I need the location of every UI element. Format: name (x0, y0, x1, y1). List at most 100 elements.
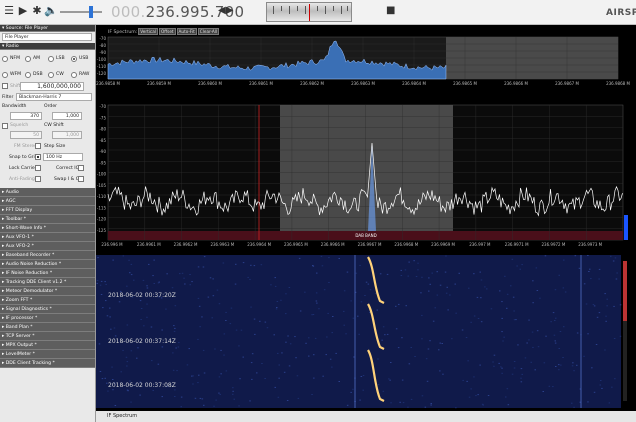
plugin-header-19[interactable]: ▸ DDE Client Tracking * (0, 359, 95, 368)
waterfall-noise (214, 348, 216, 350)
anti-fading-checkbox[interactable] (35, 176, 41, 182)
plugin-header-1[interactable]: ▸ AGC (0, 197, 95, 206)
spectrum-canvas[interactable]: -70 -80 -90 -100 -110 -120 236.9858 M 236.9859 … (96, 25, 636, 411)
mode-radio-nfm[interactable] (2, 56, 8, 62)
plugin-header-9[interactable]: ▸ IF Noise Reduction * (0, 269, 95, 278)
shift-frequency-input[interactable]: 1,600,000,000 (20, 82, 84, 91)
waterfall-noise (544, 255, 547, 257)
waterfall-noise (447, 309, 449, 311)
waterfall-noise (545, 335, 547, 337)
waterfall-noise (358, 333, 360, 335)
mode-radio-am[interactable] (25, 56, 31, 62)
plugin-header-0[interactable]: ▸ Audio (0, 188, 95, 197)
waterfall-noise (107, 390, 109, 392)
waterfall-noise (558, 364, 560, 366)
bandwidth-input[interactable]: 370 (10, 112, 42, 120)
waterfall-noise (312, 314, 315, 315)
plugin-header-7[interactable]: ▸ Baseband Recorder * (0, 251, 95, 260)
swap-iq-checkbox[interactable] (78, 176, 84, 182)
plugin-header-6[interactable]: ▸ Aux VFO-2 * (0, 242, 95, 251)
waterfall-noise (199, 326, 201, 328)
plugin-header-13[interactable]: ▸ Signal Diagnostics * (0, 305, 95, 314)
waterfall-noise (105, 300, 107, 302)
waterfall-noise (606, 298, 608, 300)
snap-checkbox[interactable] (35, 154, 41, 160)
correct-iq-checkbox[interactable] (78, 165, 84, 171)
mode-radio-raw[interactable] (71, 72, 77, 78)
frequency-step-arrows[interactable]: ◀▶ (218, 5, 233, 16)
waterfall-noise (492, 361, 494, 363)
speaker-icon[interactable]: 🔈 (44, 5, 58, 17)
tuning-dial[interactable] (266, 2, 352, 22)
plugin-header-15[interactable]: ▸ Band Plan * (0, 323, 95, 332)
shift-row: Shift 1,600,000,000 (0, 81, 95, 92)
shift-checkbox[interactable] (2, 83, 8, 89)
fm-stereo-checkbox[interactable] (35, 143, 41, 149)
if-spectrum-chip-1[interactable]: Offset (158, 28, 176, 35)
waterfall-noise (112, 259, 114, 261)
frequency-lead-digits: 000. (111, 3, 146, 21)
waterfall-noise (343, 310, 345, 312)
volume-slider[interactable] (60, 11, 102, 13)
plugin-header-10[interactable]: ▸ Tracking DDE Client v1.2 * (0, 278, 95, 287)
waterfall-noise (249, 278, 251, 280)
waterfall-noise (250, 264, 252, 266)
plugin-header-12[interactable]: ▸ Zoom FFT * (0, 296, 95, 305)
radio-section-header[interactable]: ▾ Radio (0, 43, 95, 50)
source-select[interactable]: File Player (2, 33, 92, 41)
waterfall-noise (276, 301, 279, 302)
plugin-header-16[interactable]: ▸ TCP Server * (0, 332, 95, 341)
waterfall-noise (548, 385, 551, 387)
filter-select[interactable]: Blackman-Harris 7 (16, 93, 92, 101)
volume-slider-thumb[interactable] (89, 6, 93, 18)
menu-icon[interactable]: ☰ (3, 5, 15, 17)
if-spectrum-chip-3[interactable]: Clear-All (197, 28, 220, 35)
waterfall-noise (327, 312, 329, 314)
if-spectrum-chip-0[interactable]: Vertical (138, 28, 158, 35)
if-spectrum-chip-2[interactable]: Auto-Fit (176, 28, 197, 35)
mode-radio-wfm[interactable] (2, 72, 8, 78)
waterfall-noise (278, 364, 280, 366)
play-icon[interactable]: ▶ (17, 5, 29, 17)
waterfall-noise (382, 326, 385, 328)
plugin-header-3[interactable]: ▸ Toolbar * (0, 215, 95, 224)
waterfall-noise (359, 399, 361, 401)
plugin-header-4[interactable]: ▸ Short-Wave Info * (0, 224, 95, 233)
waterfall-noise (175, 347, 177, 349)
step-size-select[interactable]: 100 Hz (43, 153, 83, 161)
mode-radio-dsb[interactable] (25, 72, 31, 78)
waterfall-noise (140, 308, 143, 309)
waterfall-noise (484, 286, 486, 288)
plugin-label: ▸ DDE Client Tracking * (2, 361, 55, 366)
plugin-label: ▸ Zoom FFT * (2, 298, 33, 303)
plugin-header-14[interactable]: ▸ IF processor * (0, 314, 95, 323)
mode-radio-usb[interactable] (71, 56, 77, 62)
plugin-header-5[interactable]: ▸ Aux VFO-1 * (0, 233, 95, 242)
stop-icon[interactable]: ■ (386, 5, 395, 16)
waterfall-noise (563, 259, 565, 261)
order-input[interactable]: 1,000 (52, 112, 82, 120)
waterfall-noise (98, 343, 101, 345)
main-y-tick-label: -120 (97, 217, 107, 222)
waterfall-noise (552, 386, 554, 388)
main-x-tick-label: 236.996 M (101, 242, 123, 247)
plugin-header-11[interactable]: ▸ Meteor Demodulator * (0, 287, 95, 296)
mode-radio-cw[interactable] (48, 72, 54, 78)
if-x-tick-label: 236.9860 M (198, 81, 222, 86)
waterfall-noise (122, 349, 124, 351)
squelch-checkbox[interactable] (2, 123, 8, 129)
waterfall-noise (558, 348, 560, 349)
waterfall-noise (253, 318, 256, 320)
plugin-header-17[interactable]: ▸ MPX Output * (0, 341, 95, 350)
lock-carrier-checkbox[interactable] (35, 165, 41, 171)
waterfall-noise (152, 275, 154, 277)
mode-radio-lsb[interactable] (48, 56, 54, 62)
waterfall-noise (493, 365, 495, 367)
plugin-header-2[interactable]: ▸ FFT Display (0, 206, 95, 215)
squelch-input[interactable]: 50 (10, 131, 42, 139)
gear-icon[interactable]: ✱ (31, 5, 43, 17)
plugin-header-18[interactable]: ▸ LevelMeter * (0, 350, 95, 359)
cw-shift-input[interactable]: 1,000 (52, 131, 82, 139)
plugin-header-8[interactable]: ▸ Audio Noise Reduction * (0, 260, 95, 269)
source-section-header[interactable]: ▾ Source: File Player (0, 25, 95, 32)
